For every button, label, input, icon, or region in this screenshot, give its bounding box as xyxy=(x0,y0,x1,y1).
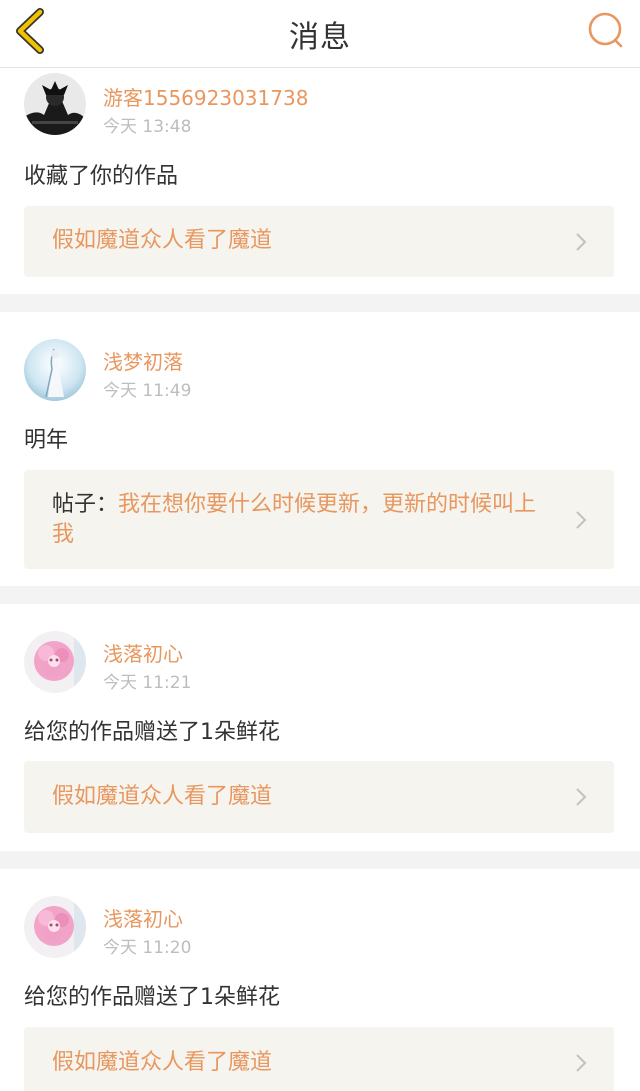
divider xyxy=(0,851,640,869)
divider xyxy=(0,586,640,604)
timestamp: 今天 13:48 xyxy=(103,117,192,137)
message-card: 游客1556923031738 今天 13:48 收藏了你的作品 假如魔道众人看… xyxy=(0,68,640,294)
avatar[interactable] xyxy=(24,896,86,958)
username[interactable]: 游客1556923031738 xyxy=(103,82,308,111)
chevron-right-icon xyxy=(576,510,587,529)
search-button[interactable] xyxy=(586,10,626,50)
avatar[interactable] xyxy=(24,73,86,135)
action-text: 明年 xyxy=(24,428,69,453)
work-link[interactable]: 假如魔道众人看了魔道 xyxy=(24,761,614,833)
message-card: 浅落初心 今天 11:20 给您的作品赠送了1朵鲜花 假如魔道众人看了魔道 xyxy=(0,869,640,1091)
timestamp: 今天 11:21 xyxy=(103,673,192,693)
search-icon xyxy=(588,12,623,48)
message-card: 浅落初心 今天 11:21 给您的作品赠送了1朵鲜花 假如魔道众人看了魔道 xyxy=(0,604,640,851)
username[interactable]: 浅落初心 xyxy=(103,903,183,932)
timestamp: 今天 11:20 xyxy=(103,938,192,958)
post-link[interactable]: 帖子：我在想你要什么时候更新，更新的时候叫上我 xyxy=(24,470,614,569)
top-bar: 消息 xyxy=(0,0,640,68)
timestamp: 今天 11:49 xyxy=(103,381,192,401)
username[interactable]: 浅梦初落 xyxy=(103,346,183,375)
link-title: 假如魔道众人看了魔道 xyxy=(52,784,273,809)
chevron-right-icon xyxy=(576,1054,587,1072)
link-title: 我在想你要什么时候更新，更新的时候叫上我 xyxy=(52,492,537,547)
action-text: 收藏了你的作品 xyxy=(24,164,179,189)
link-prefix: 帖子： xyxy=(52,492,119,517)
work-link[interactable]: 假如魔道众人看了魔道 xyxy=(24,206,614,277)
action-text: 给您的作品赠送了1朵鲜花 xyxy=(24,985,280,1010)
chevron-right-icon xyxy=(576,788,587,806)
page-title: 消息 xyxy=(289,20,351,55)
link-title: 假如魔道众人看了魔道 xyxy=(52,228,273,253)
chevron-right-icon xyxy=(576,232,587,251)
message-list: 游客1556923031738 今天 13:48 收藏了你的作品 假如魔道众人看… xyxy=(0,68,640,1091)
avatar[interactable] xyxy=(24,339,86,401)
work-link[interactable]: 假如魔道众人看了魔道 xyxy=(24,1027,614,1091)
action-text: 给您的作品赠送了1朵鲜花 xyxy=(24,720,280,745)
username[interactable]: 浅落初心 xyxy=(103,638,183,667)
divider xyxy=(0,294,640,312)
link-title: 假如魔道众人看了魔道 xyxy=(52,1050,273,1075)
avatar[interactable] xyxy=(24,631,86,693)
message-card: 浅梦初落 今天 11:49 明年 帖子：我在想你要什么时候更新，更新的时候叫上我 xyxy=(0,312,640,586)
